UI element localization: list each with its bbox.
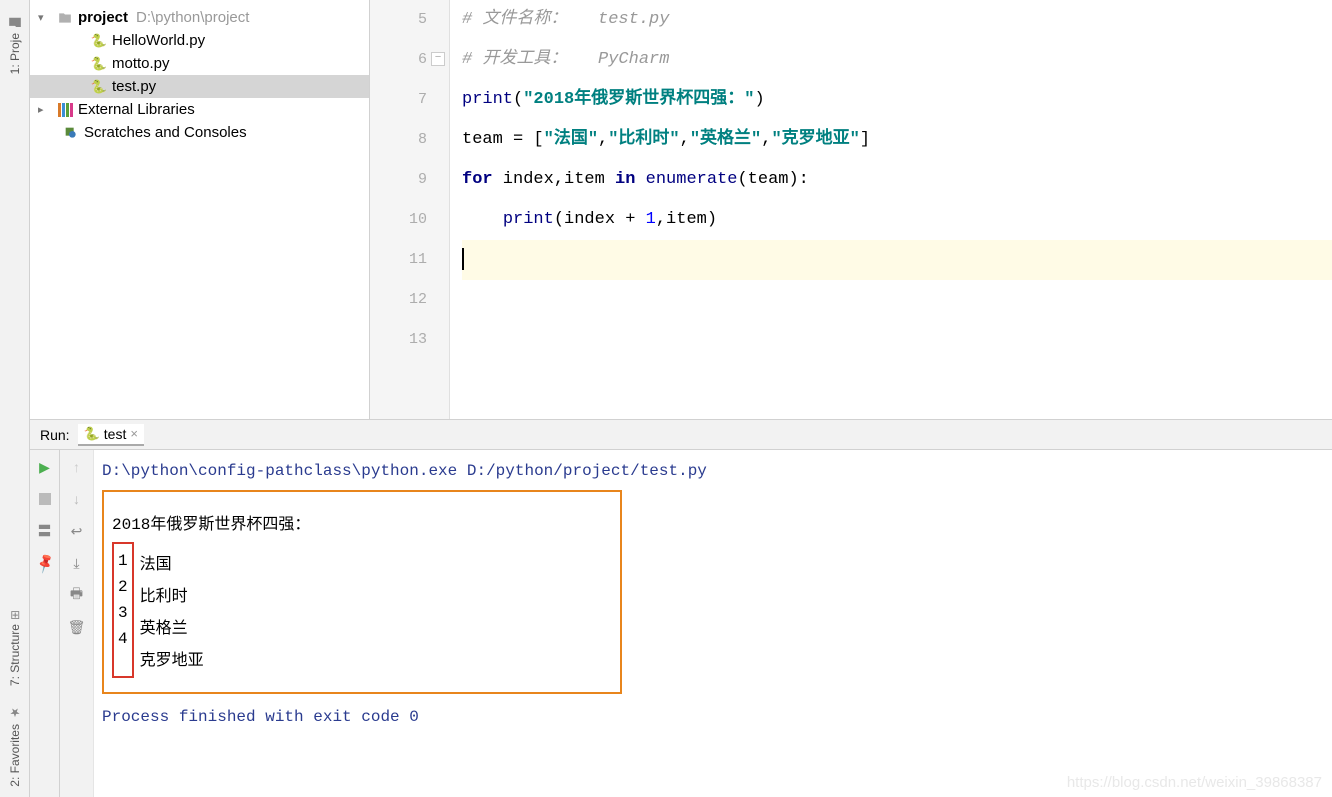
project-tool-tab[interactable]: 1: Proje <box>8 15 22 74</box>
output-header: 2018年俄罗斯世界杯四强： <box>112 510 606 534</box>
print-button[interactable]: 🖶 <box>68 586 86 604</box>
folder-icon <box>56 11 74 25</box>
run-tab[interactable]: 🐍 test × <box>78 424 144 446</box>
line-gutter: 5 6 − 7 8 9 10 11 12 13 <box>370 0 450 419</box>
run-header: Run: 🐍 test × <box>30 420 1332 450</box>
clear-all-button[interactable]: 🗑 <box>68 618 86 636</box>
tree-file-selected[interactable]: 🐍 test.py <box>30 75 369 98</box>
line-number: 10 <box>370 200 427 240</box>
structure-tool-tab[interactable]: 7: Structure ⊞ <box>8 610 22 686</box>
tree-external-libs[interactable]: ▸ External Libraries <box>30 98 369 121</box>
chevron-right-icon[interactable]: ▸ <box>38 103 52 116</box>
soft-wrap-button[interactable]: ↩ <box>68 522 86 540</box>
line-number: 6 − <box>370 40 427 80</box>
line-number: 9 <box>370 160 427 200</box>
project-tree[interactable]: ▾ project D:\python\project 🐍 HelloWorld… <box>30 0 370 419</box>
main-area: ▾ project D:\python\project 🐍 HelloWorld… <box>30 0 1332 797</box>
close-icon[interactable]: × <box>130 426 138 441</box>
exit-code-line: Process finished with exit code 0 <box>102 708 1324 726</box>
output-highlight-box: 2018年俄罗斯世界杯四强： 1 2 3 4 法国 比利时 英格兰 克罗地亚 <box>102 490 622 694</box>
pin-button[interactable]: 📌 <box>32 551 57 576</box>
run-label: Run: <box>40 427 70 443</box>
rerun-button[interactable]: ▶ <box>36 458 54 476</box>
library-icon <box>56 103 74 117</box>
code-editor[interactable]: 5 6 − 7 8 9 10 11 12 13 # 文件名称： test.py … <box>370 0 1332 419</box>
tree-root-label: project <box>78 9 128 26</box>
run-panel: Run: 🐍 test × ▶ 〓 📌 ↑ ↓ ↩ ⤓ 🖶 🗑 <box>30 420 1332 797</box>
tree-file[interactable]: 🐍 motto.py <box>30 52 369 75</box>
scroll-to-end-button[interactable]: ⤓ <box>68 554 86 572</box>
tree-file[interactable]: 🐍 HelloWorld.py <box>30 29 369 52</box>
rank-highlight-box: 1 2 3 4 <box>112 542 134 678</box>
code-area[interactable]: # 文件名称： test.py # 开发工具： PyCharm print("2… <box>450 0 1332 419</box>
editor-split: ▾ project D:\python\project 🐍 HelloWorld… <box>30 0 1332 420</box>
line-number: 11 <box>370 240 427 280</box>
fold-icon[interactable]: − <box>431 52 445 66</box>
line-number: 5 <box>370 0 427 40</box>
tree-root-path: D:\python\project <box>136 9 249 26</box>
console-output[interactable]: D:\python\config-pathclass\python.exe D:… <box>94 450 1332 797</box>
line-number: 8 <box>370 120 427 160</box>
line-number: 12 <box>370 280 427 320</box>
python-file-icon: 🐍 <box>90 33 108 49</box>
python-file-icon: 🐍 <box>90 56 108 72</box>
scratches-icon <box>62 125 80 141</box>
tree-scratches[interactable]: Scratches and Consoles <box>30 121 369 144</box>
stop-button[interactable] <box>36 490 54 508</box>
run-toolbar-secondary: ↑ ↓ ↩ ⤓ 🖶 🗑 <box>60 450 94 797</box>
line-number: 13 <box>370 320 427 360</box>
watermark: https://blog.csdn.net/weixin_39868387 <box>1067 774 1322 791</box>
run-toolbar-primary: ▶ 〓 📌 <box>30 450 60 797</box>
chevron-down-icon[interactable]: ▾ <box>38 11 52 24</box>
left-tool-strip: 1: Proje 7: Structure ⊞ 2: Favorites ★ <box>0 0 30 797</box>
text-caret <box>462 248 464 270</box>
favorites-tool-tab[interactable]: 2: Favorites ★ <box>8 706 22 787</box>
arrow-up-icon[interactable]: ↑ <box>68 458 86 476</box>
layout-button[interactable]: 〓 <box>36 522 54 540</box>
tree-root[interactable]: ▾ project D:\python\project <box>30 6 369 29</box>
run-command: D:\python\config-pathclass\python.exe D:… <box>102 462 1324 480</box>
arrow-down-icon[interactable]: ↓ <box>68 490 86 508</box>
line-number: 7 <box>370 80 427 120</box>
python-file-icon: 🐍 <box>90 79 108 95</box>
python-file-icon: 🐍 <box>84 426 100 442</box>
